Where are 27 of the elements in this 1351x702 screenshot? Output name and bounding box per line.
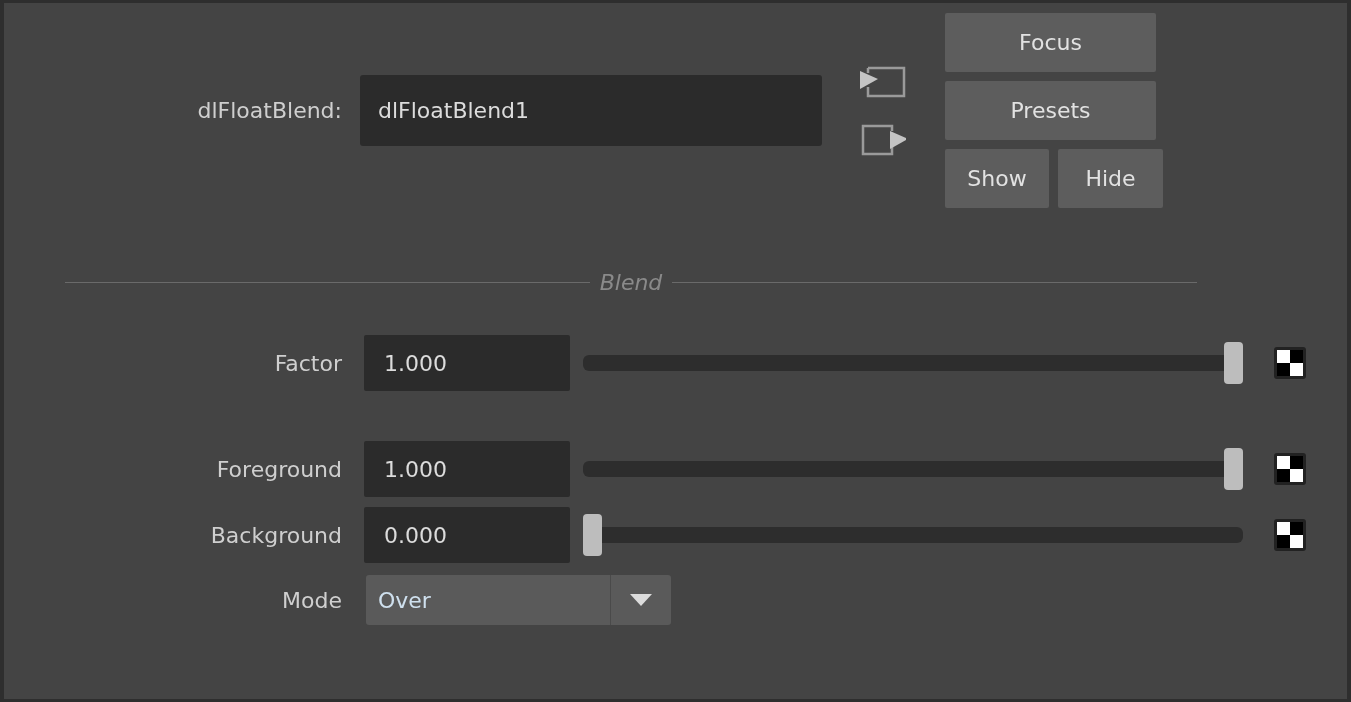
focus-button[interactable]: Focus	[945, 13, 1156, 72]
attribute-label: Foreground	[215, 456, 342, 482]
slider-thumb[interactable]	[583, 514, 602, 556]
attribute-label: Background	[209, 522, 342, 548]
slider-track[interactable]	[583, 514, 1243, 556]
attribute-label: Mode	[281, 587, 342, 613]
caret-icon	[630, 594, 652, 606]
attribute-label: Factor	[273, 350, 342, 376]
value-field[interactable]: 1.000	[364, 441, 570, 497]
input-connection-icon[interactable]	[860, 64, 906, 99]
slider-thumb[interactable]	[1224, 448, 1243, 490]
node-name-field[interactable]: dlFloatBlend1	[360, 75, 822, 146]
show-button[interactable]: Show	[945, 149, 1049, 208]
hide-button[interactable]: Hide	[1058, 149, 1163, 208]
presets-button[interactable]: Presets	[945, 81, 1156, 140]
slider-thumb[interactable]	[1224, 342, 1243, 384]
section-title: Blend	[599, 270, 663, 295]
mode-dropdown[interactable]: Over	[366, 575, 671, 625]
checker-icon[interactable]	[1273, 346, 1307, 380]
slider-track[interactable]	[583, 448, 1243, 490]
slider-track[interactable]	[583, 342, 1243, 384]
checker-icon[interactable]	[1273, 518, 1307, 552]
value-field[interactable]: 1.000	[364, 335, 570, 391]
output-connection-icon[interactable]	[860, 122, 906, 157]
checker-icon[interactable]	[1273, 452, 1307, 486]
value-field[interactable]: 0.000	[364, 507, 570, 563]
node-label: dlFloatBlend:	[196, 98, 342, 123]
